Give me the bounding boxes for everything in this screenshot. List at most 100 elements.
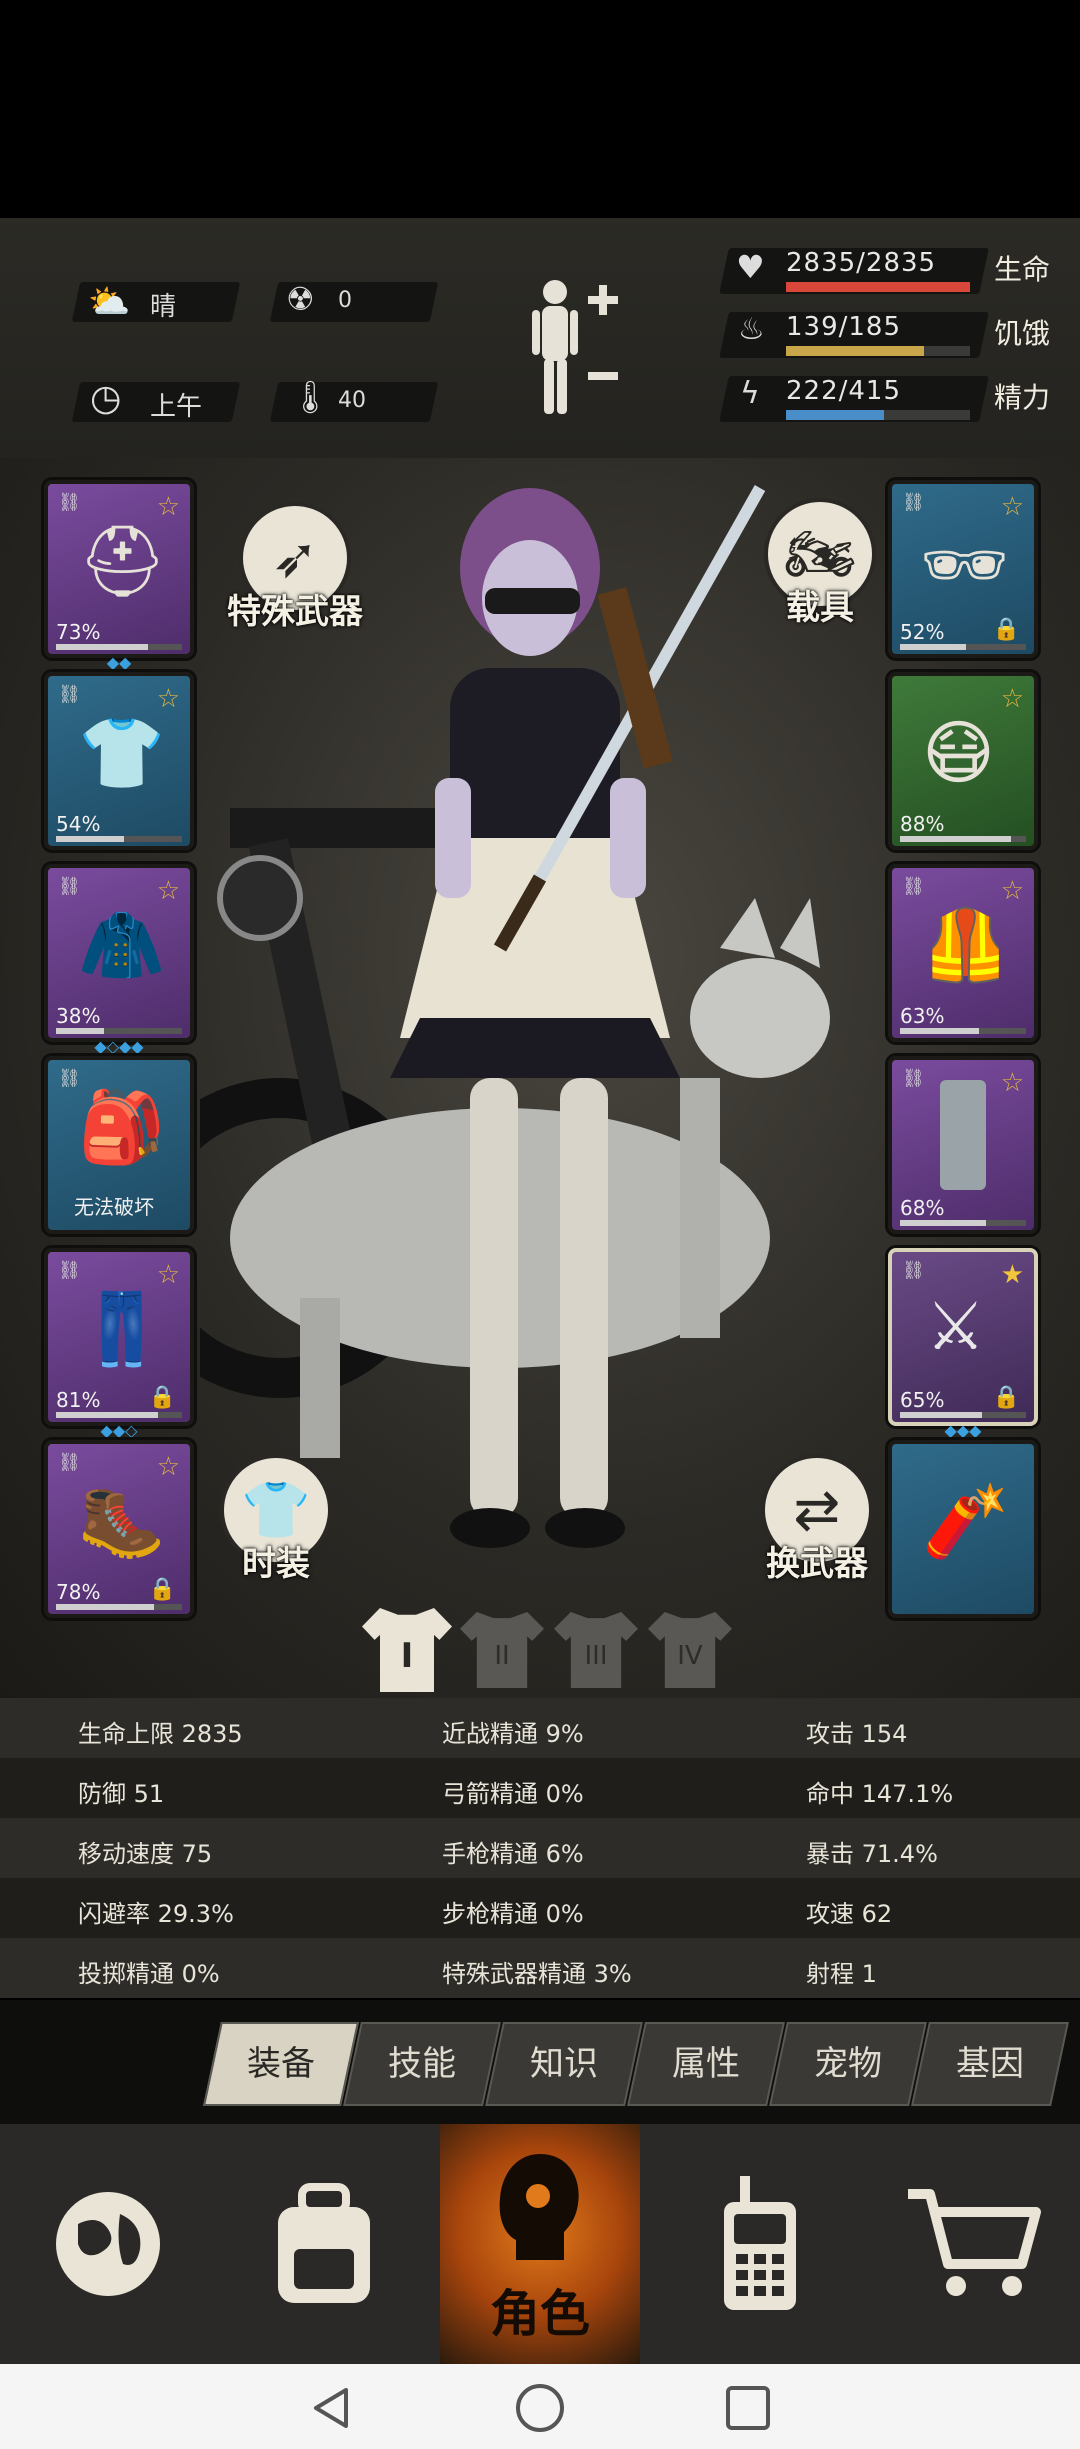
fashion-button[interactable]: 👕 时装 bbox=[216, 1454, 336, 1585]
mask-slot[interactable]: ☆ 😷 88% bbox=[888, 672, 1038, 850]
radiation-value: 0 bbox=[338, 288, 352, 313]
nav-character[interactable]: 角色 bbox=[440, 2124, 640, 2364]
health-bar-fill bbox=[786, 282, 970, 292]
explosive-slot[interactable]: 🧨 bbox=[888, 1440, 1038, 1618]
stat-cell: 特殊武器精通 3% bbox=[442, 1960, 632, 1988]
link-icon: ⛓ bbox=[58, 1452, 81, 1473]
police-vest-icon: 🦺 bbox=[922, 904, 1010, 986]
sunglasses-slot[interactable]: ⛓ ☆ 🕶 52% 🔒 bbox=[888, 480, 1038, 658]
time-text: 上午 bbox=[150, 392, 203, 422]
character-illustration bbox=[200, 485, 830, 1548]
durability-text: 63% bbox=[900, 1004, 945, 1028]
vehicle-button[interactable]: 🏍 载具 bbox=[760, 498, 880, 629]
backpack-icon: 🎒 bbox=[78, 1086, 166, 1168]
star-icon: ☆ bbox=[156, 1452, 180, 1482]
health-bar bbox=[786, 282, 970, 292]
loadout-numeral: II bbox=[494, 1641, 510, 1671]
energy-value: 222/415 bbox=[786, 376, 902, 406]
tab-genes[interactable]: 基因 bbox=[911, 2022, 1069, 2106]
stats-table: 生命上限 2835 近战精通 9% 攻击 154 防御 51 弓箭精通 0% 命… bbox=[0, 1698, 1080, 1998]
gem-sockets: ◆◆ bbox=[106, 653, 132, 672]
star-filled-icon: ★ bbox=[1000, 1260, 1024, 1290]
link-icon: ⛓ bbox=[58, 876, 81, 897]
stat-cell: 步枪精通 0% bbox=[442, 1900, 584, 1928]
nav-world-map[interactable] bbox=[8, 2124, 208, 2364]
boots-slot[interactable]: ⛓ ☆ 🥾 78% 🔒 bbox=[44, 1440, 194, 1618]
stat-cell: 闪避率 29.3% bbox=[78, 1900, 234, 1928]
durability-bar bbox=[900, 644, 1026, 650]
globe-icon bbox=[52, 2188, 164, 2300]
durability-bar bbox=[56, 1028, 182, 1034]
durability-text: 78% bbox=[56, 1580, 101, 1604]
gem-sockets: ◆◇◆◆ bbox=[94, 1037, 144, 1056]
durability-bar bbox=[900, 1028, 1026, 1034]
tab-attributes[interactable]: 属性 bbox=[627, 2022, 785, 2106]
riot-shield-icon bbox=[940, 1080, 986, 1190]
star-icon: ☆ bbox=[156, 1260, 180, 1290]
stat-cell: 攻击 154 bbox=[806, 1720, 908, 1748]
tab-knowledge[interactable]: 知识 bbox=[485, 2022, 643, 2106]
hunger-bar bbox=[786, 346, 970, 356]
home-circle-icon[interactable] bbox=[514, 2382, 566, 2434]
lock-icon: 🔒 bbox=[992, 1385, 1020, 1410]
nav-radio[interactable] bbox=[660, 2124, 860, 2364]
loadout-2-tab[interactable]: II bbox=[460, 1612, 544, 1688]
stat-cell: 攻速 62 bbox=[806, 1900, 893, 1928]
special-weapon-button[interactable]: ➶ 特殊武器 bbox=[210, 502, 380, 633]
tab-equipment[interactable]: 装备 bbox=[203, 2022, 359, 2106]
character-scene: ⛓ ☆ ⛑ 73% ◆◆ ⛓ ☆ 👕 54% ⛓ ☆ 🧥 38% ◆◇◆◆ ⛓ … bbox=[0, 458, 1080, 1698]
loadout-3-tab[interactable]: III bbox=[554, 1612, 638, 1688]
durability-bar bbox=[56, 1412, 182, 1418]
loadout-numeral: I bbox=[400, 1636, 414, 1676]
body-status-button[interactable] bbox=[520, 274, 630, 424]
lock-icon: 🔒 bbox=[148, 1577, 176, 1602]
link-icon: ⛓ bbox=[58, 684, 81, 705]
pants-slot[interactable]: ⛓ ☆ 👖 81% 🔒 ◆◆◇ bbox=[44, 1248, 194, 1440]
helmet-icon: ⛑ bbox=[78, 520, 167, 602]
tab-label: 宠物 bbox=[814, 2044, 882, 2084]
tab-label: 技能 bbox=[388, 2044, 456, 2084]
shield-slot[interactable]: ⛓ ☆ 68% bbox=[888, 1056, 1038, 1234]
durability-text: 81% bbox=[56, 1388, 101, 1412]
heart-icon: ♥ bbox=[736, 248, 765, 286]
nav-backpack[interactable] bbox=[224, 2124, 424, 2364]
tab-skills[interactable]: 技能 bbox=[343, 2022, 501, 2106]
weather-text: 晴 bbox=[150, 292, 177, 322]
durability-text: 无法破坏 bbox=[74, 1195, 154, 1219]
backpack-nav-icon bbox=[278, 2183, 370, 2303]
durability-text: 52% bbox=[900, 620, 945, 644]
jacket-icon: 🧥 bbox=[78, 904, 166, 986]
energy-label: 精力 bbox=[994, 381, 1051, 414]
health-value: 2835/2835 bbox=[786, 248, 937, 278]
stat-cell: 手枪精通 6% bbox=[442, 1840, 584, 1868]
thermometer-icon: 🌡 bbox=[290, 378, 331, 416]
jacket-slot[interactable]: ⛓ ☆ 🧥 38% ◆◇◆◆ bbox=[44, 864, 194, 1056]
back-triangle-icon[interactable] bbox=[306, 2384, 354, 2432]
recents-square-icon[interactable] bbox=[724, 2384, 772, 2432]
head-silhouette-icon bbox=[499, 2154, 579, 2260]
helmet-slot[interactable]: ⛓ ☆ ⛑ 73% ◆◆ bbox=[44, 480, 194, 672]
walkie-talkie-icon bbox=[724, 2176, 796, 2310]
clock-icon: ◷ bbox=[90, 378, 122, 419]
hunger-bar-fill bbox=[786, 346, 924, 356]
gem-sockets: ◆◆◇ bbox=[100, 1421, 138, 1440]
nav-shop[interactable] bbox=[874, 2124, 1074, 2364]
katana-slot[interactable]: ⛓ ★ ⚔ 65% 🔒 ◆◆◆ bbox=[888, 1248, 1038, 1440]
tab-pets[interactable]: 宠物 bbox=[769, 2022, 927, 2106]
durability-bar bbox=[56, 836, 182, 842]
swap-weapon-button[interactable]: ⇄ 换武器 bbox=[752, 1454, 882, 1585]
loadout-1-tab[interactable]: I bbox=[362, 1608, 452, 1692]
stat-cell: 防御 51 bbox=[78, 1780, 165, 1808]
fashion-label: 时装 bbox=[242, 1544, 310, 1584]
vest-slot[interactable]: ⛓ ☆ 🦺 63% bbox=[888, 864, 1038, 1042]
backpack-slot[interactable]: ⛓ 🎒 无法破坏 bbox=[44, 1056, 194, 1234]
durability-bar bbox=[56, 644, 182, 650]
durability-text: 65% bbox=[900, 1388, 945, 1412]
energy-bar-fill bbox=[786, 410, 884, 420]
durability-text: 88% bbox=[900, 812, 945, 836]
health-label: 生命 bbox=[994, 253, 1051, 286]
durability-text: 54% bbox=[56, 812, 101, 836]
shirt-slot[interactable]: ⛓ ☆ 👕 54% bbox=[44, 672, 194, 850]
sunglasses-icon: 🕶 bbox=[920, 524, 1009, 606]
loadout-4-tab[interactable]: IV bbox=[648, 1612, 732, 1688]
